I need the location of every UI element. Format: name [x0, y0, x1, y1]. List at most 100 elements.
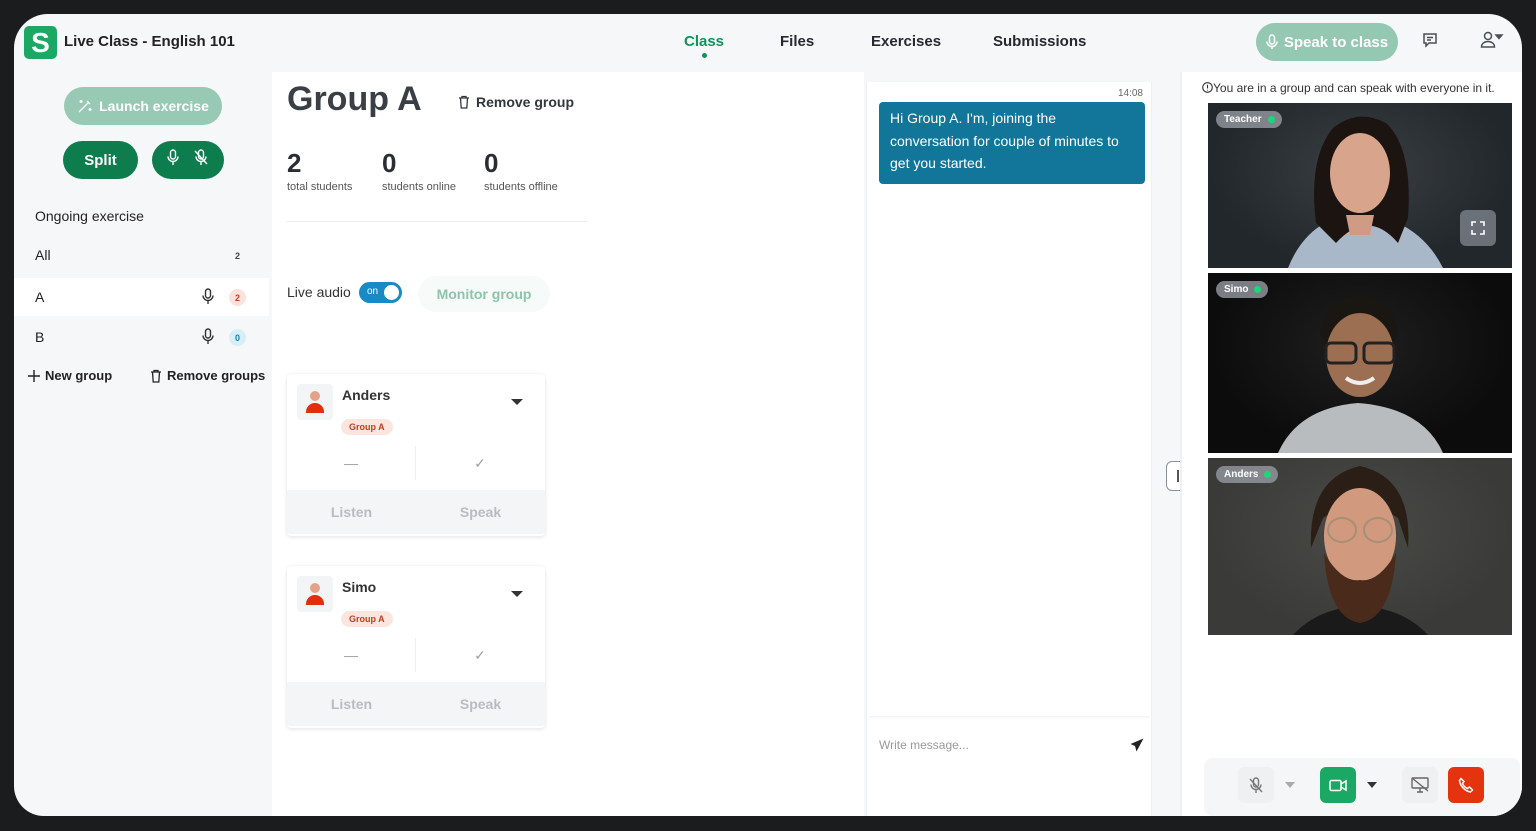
- stat-label: students offline: [484, 181, 558, 193]
- dropdown-caret-icon[interactable]: [511, 399, 523, 405]
- ongoing-exercise-label: Ongoing exercise: [35, 208, 144, 224]
- remove-groups-button[interactable]: Remove groups: [150, 368, 265, 383]
- mute-all-button[interactable]: [193, 149, 209, 171]
- group-item-all[interactable]: All 2: [14, 236, 269, 274]
- call-controls: [1204, 758, 1520, 816]
- tab-class[interactable]: Class: [684, 33, 724, 58]
- tab-files[interactable]: Files: [780, 33, 814, 50]
- avatar-head: [310, 391, 320, 401]
- speak-status-check-icon: ✓: [474, 646, 486, 663]
- app-logo: S: [24, 26, 57, 59]
- listen-button[interactable]: Listen: [287, 682, 416, 726]
- camera-options-caret-icon[interactable]: [1367, 782, 1377, 788]
- stat-label: students online: [382, 181, 456, 193]
- new-group-button[interactable]: New group: [28, 368, 112, 383]
- live-audio-toggle[interactable]: on: [359, 282, 402, 303]
- stat-students-offline: 0 students offline: [484, 148, 558, 193]
- video-tile-simo: Simo: [1208, 273, 1512, 453]
- divider: [1180, 72, 1182, 816]
- card-actions: Listen Speak: [287, 490, 545, 534]
- stat-total-students: 2 total students: [287, 148, 352, 193]
- stat-value: 0: [382, 148, 397, 178]
- group-info: You are in a group and can speak with ev…: [1202, 81, 1495, 95]
- avatar-head: [310, 583, 320, 593]
- speak-to-class-label: Speak to class: [1283, 33, 1389, 51]
- avatar: [297, 384, 333, 420]
- card-actions: Listen Speak: [287, 682, 545, 726]
- unmute-all-button[interactable]: [167, 149, 179, 171]
- user-menu-icon[interactable]: [1480, 31, 1504, 53]
- new-group-label: New group: [45, 368, 113, 383]
- remove-group-button[interactable]: Remove group: [458, 94, 574, 110]
- microphone-options-caret-icon[interactable]: [1285, 782, 1295, 788]
- screen-share-button[interactable]: [1402, 767, 1438, 803]
- student-name: Anders: [342, 387, 391, 403]
- student-card: Simo Group A — ✓ Listen Speak: [287, 566, 545, 728]
- video-tile-anders: Anders: [1208, 458, 1512, 635]
- group-name: B: [35, 329, 45, 345]
- screen-share-off-icon: [1411, 777, 1429, 793]
- group-item-b[interactable]: B 0: [14, 318, 269, 356]
- group-info-text: You are in a group and can speak with ev…: [1213, 81, 1495, 95]
- message-timestamp: 14:08: [1117, 88, 1143, 99]
- listen-button[interactable]: Listen: [287, 490, 416, 534]
- video-camera-icon: [1329, 779, 1347, 791]
- speak-button[interactable]: Speak: [416, 682, 545, 726]
- divider: [287, 221, 587, 222]
- active-indicator: [702, 53, 708, 58]
- fullscreen-icon: [1471, 221, 1485, 235]
- student-card: Anders Group A — ✓ Listen Speak: [287, 374, 545, 536]
- listen-status: —: [344, 455, 358, 471]
- send-icon[interactable]: [1130, 738, 1144, 757]
- online-indicator: [1264, 471, 1272, 478]
- top-bar: S Live Class - English 101 Class Files E…: [14, 14, 1522, 72]
- tab-exercises[interactable]: Exercises: [871, 33, 941, 50]
- split-button[interactable]: Split: [63, 141, 138, 179]
- group-name: All: [35, 247, 51, 263]
- speak-to-class-button[interactable]: Speak to class: [1256, 23, 1398, 61]
- remove-groups-label: Remove groups: [167, 368, 266, 383]
- participant-name: Simo: [1224, 284, 1249, 295]
- avatar-body: [306, 595, 324, 605]
- stat-students-online: 0 students online: [382, 148, 456, 193]
- chat-message-input[interactable]: [879, 738, 1109, 752]
- online-indicator: [1267, 116, 1275, 123]
- info-icon: [1202, 82, 1213, 93]
- group-name: A: [35, 289, 45, 305]
- group-tag: Group A: [341, 419, 393, 435]
- speak-button[interactable]: Speak: [416, 490, 545, 534]
- dropdown-caret-icon[interactable]: [511, 591, 523, 597]
- simo-video-feed: [1278, 295, 1443, 453]
- microphone-toggle-button[interactable]: [1238, 767, 1274, 803]
- video-column: You are in a group and can speak with ev…: [1180, 72, 1522, 816]
- magic-wand-icon: [78, 100, 92, 113]
- trash-icon: [459, 95, 469, 109]
- chat-message: Hi Group A. I'm, joining the conversatio…: [879, 102, 1145, 184]
- group-item-a[interactable]: A 2: [14, 278, 269, 316]
- launch-exercise-button[interactable]: Launch exercise: [64, 87, 222, 125]
- microphone-icon: [1266, 34, 1278, 49]
- microphone-icon[interactable]: [202, 288, 214, 308]
- app-window: S Live Class - English 101 Class Files E…: [14, 14, 1522, 816]
- stat-value: 0: [484, 148, 499, 178]
- tab-submissions[interactable]: Submissions: [993, 33, 1086, 50]
- group-tag: Group A: [341, 611, 393, 627]
- fullscreen-button[interactable]: [1460, 210, 1496, 246]
- camera-toggle-button[interactable]: [1320, 767, 1356, 803]
- stat-label: total students: [287, 181, 353, 193]
- divider: [869, 716, 1149, 719]
- chat-icon[interactable]: [1421, 31, 1443, 53]
- launch-exercise-label: Launch exercise: [99, 98, 209, 114]
- stat-value: 2: [287, 148, 302, 178]
- microphone-off-icon: [1249, 776, 1263, 793]
- group-title: Group A: [287, 80, 422, 118]
- pause-icon: [1177, 470, 1179, 482]
- participant-name: Teacher: [1224, 114, 1262, 125]
- microphone-icon[interactable]: [202, 328, 214, 348]
- hang-up-button[interactable]: [1448, 767, 1484, 803]
- trash-icon: [151, 369, 161, 383]
- monitor-group-button[interactable]: Monitor group: [418, 276, 550, 312]
- speak-status-check-icon: ✓: [474, 454, 486, 471]
- app-title: Live Class - English 101: [64, 33, 235, 50]
- group-count-badge: 2: [234, 250, 240, 261]
